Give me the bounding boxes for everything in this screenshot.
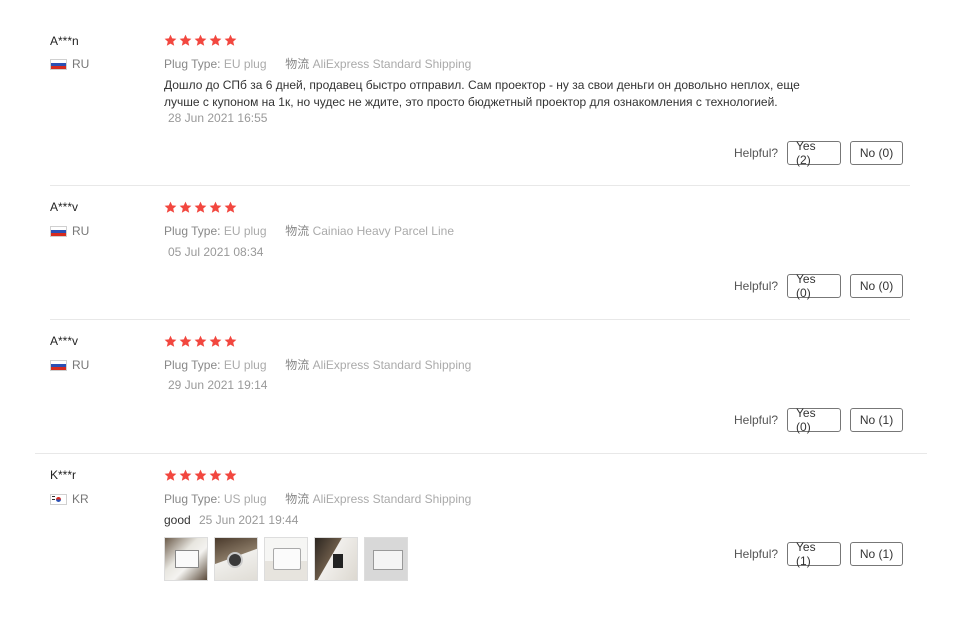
star-icon xyxy=(194,201,207,214)
helpful-label: Helpful? xyxy=(734,547,779,561)
review-photos xyxy=(164,537,408,581)
russia-flag-icon xyxy=(50,58,67,70)
review-photo-thumbnail[interactable] xyxy=(364,537,408,581)
helpful-yes-button[interactable]: Yes (2) xyxy=(787,139,842,167)
star-icon xyxy=(194,335,207,348)
review-date: 28 Jun 2021 16:55 xyxy=(168,111,268,125)
star-rating xyxy=(164,335,237,348)
reviewer-country: RU xyxy=(50,57,89,71)
review-text: good xyxy=(164,513,191,527)
helpful-no-button[interactable]: No (1) xyxy=(850,542,904,566)
review-divider xyxy=(35,453,927,454)
helpful-no-button[interactable]: No (1) xyxy=(850,408,904,432)
star-icon xyxy=(179,469,192,482)
review-sku-info: Plug Type: US plug 物流 AliExpress Standar… xyxy=(164,490,471,507)
plug-type-value: EU plug xyxy=(223,358,267,372)
shipping-method: Cainiao Heavy Parcel Line xyxy=(312,224,454,238)
helpful-label: Helpful? xyxy=(734,146,779,160)
star-icon xyxy=(224,335,237,348)
country-code: RU xyxy=(72,358,90,372)
helpful-vote-row: Helpful? Yes (0) No (1) xyxy=(734,406,904,434)
review-sku-info: Plug Type: EU plug 物流 AliExpress Standar… xyxy=(164,356,471,373)
logistics-key: 物流 xyxy=(285,492,310,506)
star-icon xyxy=(179,335,192,348)
korea-flag-icon xyxy=(50,493,67,505)
review-photo-thumbnail[interactable] xyxy=(214,537,258,581)
reviewer-name: K***r xyxy=(50,468,77,482)
review-text-line: лучше с купоном на 1к, но чудес не ждите… xyxy=(164,95,778,109)
star-icon xyxy=(194,469,207,482)
reviewer-name: A***v xyxy=(50,200,79,214)
shipping-method: AliExpress Standard Shipping xyxy=(312,492,472,506)
star-icon xyxy=(209,201,222,214)
star-icon xyxy=(179,201,192,214)
star-icon xyxy=(179,34,192,47)
star-icon xyxy=(224,201,237,214)
review-text-line: Дошло до СПб за 6 дней, продавец быстро … xyxy=(164,78,800,92)
country-code: RU xyxy=(72,224,90,238)
plug-type-key: Plug Type: xyxy=(164,57,221,71)
star-icon xyxy=(164,335,177,348)
review-photo-thumbnail[interactable] xyxy=(314,537,358,581)
reviewer-country: KR xyxy=(50,492,89,506)
helpful-yes-button[interactable]: Yes (0) xyxy=(787,272,842,300)
plug-type-key: Plug Type: xyxy=(164,358,221,372)
star-rating xyxy=(164,469,237,482)
plug-type-key: Plug Type: xyxy=(164,224,221,238)
russia-flag-icon xyxy=(50,359,67,371)
reviewer-name: A***n xyxy=(50,34,79,48)
review-date: 25 Jun 2021 19:44 xyxy=(199,513,299,527)
review-divider xyxy=(50,185,910,186)
star-icon xyxy=(209,469,222,482)
logistics-key: 物流 xyxy=(285,57,310,71)
reviewer-country: RU xyxy=(50,224,89,238)
star-icon xyxy=(194,34,207,47)
reviewer-country: RU xyxy=(50,358,89,372)
helpful-label: Helpful? xyxy=(734,279,779,293)
helpful-vote-row: Helpful? Yes (0) No (0) xyxy=(734,272,904,300)
helpful-no-button[interactable]: No (0) xyxy=(850,274,904,298)
helpful-vote-row: Helpful? Yes (1) No (1) xyxy=(734,540,904,568)
star-icon xyxy=(164,469,177,482)
helpful-no-button[interactable]: No (0) xyxy=(850,141,904,165)
plug-type-value: EU plug xyxy=(223,57,267,71)
country-code: RU xyxy=(72,57,90,71)
helpful-yes-button[interactable]: Yes (1) xyxy=(787,540,842,568)
review-photo-thumbnail[interactable] xyxy=(264,537,308,581)
shipping-method: AliExpress Standard Shipping xyxy=(312,57,472,71)
logistics-key: 物流 xyxy=(285,358,310,372)
russia-flag-icon xyxy=(50,225,67,237)
logistics-key: 物流 xyxy=(285,224,310,238)
star-icon xyxy=(209,335,222,348)
star-icon xyxy=(164,201,177,214)
shipping-method: AliExpress Standard Shipping xyxy=(312,358,472,372)
review-photo-thumbnail[interactable] xyxy=(164,537,208,581)
plug-type-key: Plug Type: xyxy=(164,492,221,506)
star-icon xyxy=(209,34,222,47)
star-icon xyxy=(164,34,177,47)
star-icon xyxy=(224,34,237,47)
star-rating xyxy=(164,201,237,214)
star-rating xyxy=(164,34,237,47)
country-code: KR xyxy=(72,492,89,506)
plug-type-value: EU plug xyxy=(223,224,267,238)
review-date: 05 Jul 2021 08:34 xyxy=(168,245,264,259)
plug-type-value: US plug xyxy=(223,492,267,506)
reviewer-name: A***v xyxy=(50,334,79,348)
review-text: Дошло до СПб за 6 дней, продавец быстро … xyxy=(164,77,844,111)
review-sku-info: Plug Type: EU plug 物流 AliExpress Standar… xyxy=(164,55,471,72)
review-date: 29 Jun 2021 19:14 xyxy=(168,378,268,392)
helpful-label: Helpful? xyxy=(734,413,779,427)
review-sku-info: Plug Type: EU plug 物流 Cainiao Heavy Parc… xyxy=(164,222,454,239)
star-icon xyxy=(224,469,237,482)
helpful-yes-button[interactable]: Yes (0) xyxy=(787,406,842,434)
review-divider xyxy=(50,319,910,320)
helpful-vote-row: Helpful? Yes (2) No (0) xyxy=(734,139,904,167)
